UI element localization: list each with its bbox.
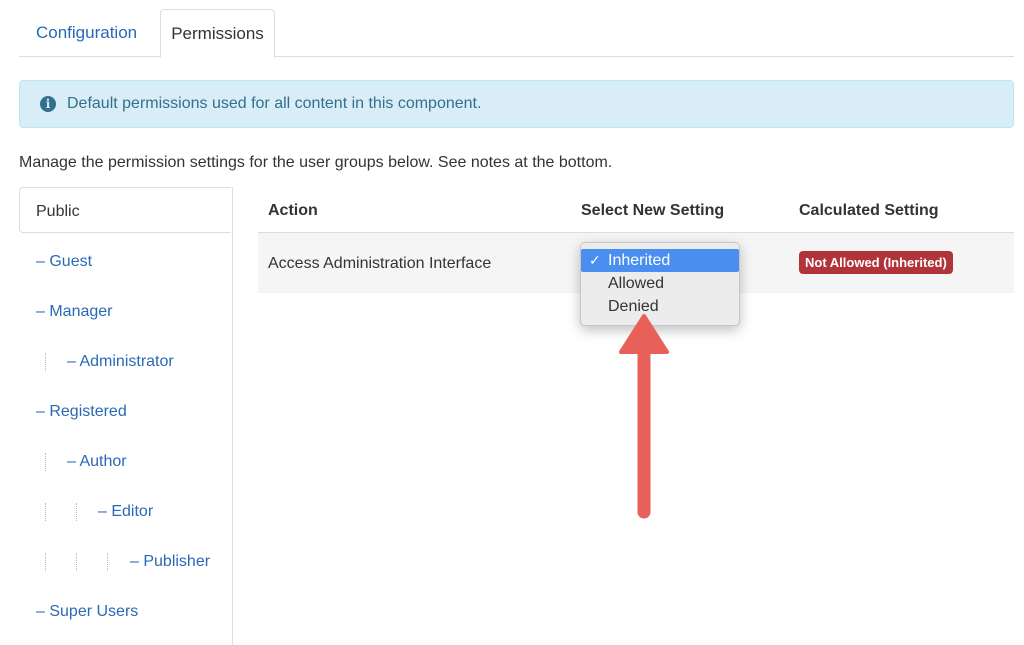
annotation-arrow-icon [619,314,669,519]
